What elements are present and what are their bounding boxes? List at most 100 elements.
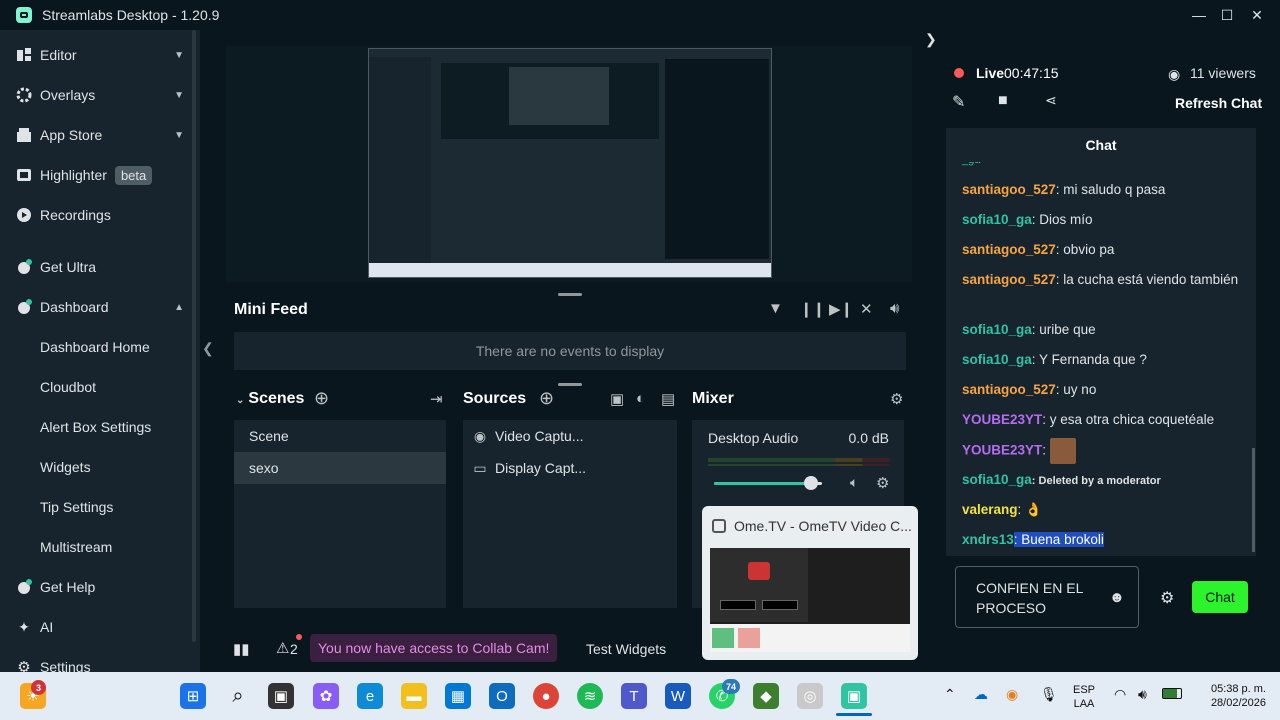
chat-input-value: CONFIEN EN EL PROCESO [976, 580, 1083, 616]
minimize-button[interactable]: — [1184, 0, 1214, 30]
scene-transition-icon[interactable]: ⇥ [430, 390, 443, 408]
copilot-icon[interactable]: ✿ [313, 683, 339, 709]
sidebar-item-app-store[interactable]: App Store ▼ [0, 115, 200, 155]
sidebar-item-settings[interactable]: ⚙ Settings [0, 647, 200, 672]
sidebar-item-dashboard-home[interactable]: Dashboard Home [0, 327, 200, 367]
sidebar-item-alert-box-settings[interactable]: Alert Box Settings [0, 407, 200, 447]
app-icon[interactable]: ◆ [753, 683, 779, 709]
minifeed-empty-message: There are no events to display [234, 332, 906, 370]
sources-panel: ◉ Video Captu... ▭ Display Capt... [463, 420, 677, 608]
sparkle-icon: ✦ [18, 618, 30, 635]
outlook-icon[interactable]: O [489, 683, 515, 709]
sidebar-item-get-ultra[interactable]: Get Ultra [0, 247, 200, 287]
collapse-sidebar-icon[interactable]: ❮ [202, 340, 214, 357]
send-chat-button[interactable]: Chat [1192, 581, 1248, 613]
alert-icon[interactable]: ⚠ [276, 639, 289, 657]
preview-resize-handle[interactable] [558, 293, 582, 296]
word-icon[interactable]: W [665, 683, 691, 709]
browser-app-icon[interactable]: ◎ [797, 683, 823, 709]
tray-app-icon[interactable]: ◉ [1006, 686, 1018, 703]
sidebar-item-ai[interactable]: ✦ AI [0, 607, 200, 647]
sidebar-item-get-help[interactable]: Get Help [0, 567, 200, 607]
scenes-title[interactable]: ⌄ Scenes [236, 390, 304, 408]
add-folder-icon[interactable]: ▤ [661, 390, 675, 408]
sidebar-item-editor[interactable]: Editor ▼ [0, 35, 200, 75]
chat-messages[interactable]: _ga santiagoo_527: mi saludo q pasa sofi… [946, 162, 1256, 556]
sidebar-item-label: Get Ultra [40, 259, 97, 275]
chat-scrollbar[interactable] [1252, 448, 1255, 552]
chat-message: santiagoo_527: la cucha está viendo tamb… [962, 272, 1239, 287]
chat-message: sofia10_ga: Deleted by a moderator [962, 472, 1161, 487]
tray-chevron-icon[interactable]: ⌃ [944, 686, 956, 703]
notification-badge: 3 [31, 680, 46, 695]
popup-thumbnail [710, 548, 910, 652]
windows-start-icon[interactable]: ⊞ [180, 683, 206, 709]
volume-slider[interactable] [714, 476, 822, 490]
volume-slider-knob[interactable] [804, 476, 819, 490]
filter-icon[interactable]: ▼ [768, 300, 783, 317]
source-settings-icon[interactable]: ◐ [636, 390, 645, 407]
add-scene-icon[interactable]: ⊕ [314, 388, 329, 409]
source-item[interactable]: ◉ Video Captu... [473, 420, 584, 452]
collab-cam-notice[interactable]: You now have access to Collab Cam! [310, 634, 558, 662]
sidebar-item-recordings[interactable]: Recordings [0, 195, 200, 235]
camera-icon[interactable]: ■ [998, 92, 1008, 110]
chat-settings-icon[interactable]: ⚙ [1160, 588, 1174, 608]
source-label: Display Capt... [495, 460, 587, 476]
edge-icon[interactable]: e [357, 683, 383, 709]
close-button[interactable]: ✕ [1242, 0, 1272, 30]
add-source-icon[interactable]: ⊕ [539, 388, 554, 409]
edit-icon[interactable]: ✎ [952, 92, 965, 112]
tray-cloud-icon[interactable]: ☁ [974, 686, 988, 703]
source-item[interactable]: ▭ Display Capt... [473, 452, 586, 484]
refresh-chat-button[interactable]: Refresh Chat [1175, 95, 1262, 111]
share-icon[interactable]: ⋖ [1045, 92, 1057, 109]
maximize-button[interactable]: ☐ [1212, 0, 1242, 30]
microphone-icon[interactable]: 🎙︎ [1040, 686, 1058, 703]
sidebar-scrollbar[interactable] [192, 30, 196, 642]
wifi-icon[interactable]: ◠ [1114, 686, 1126, 703]
scene-item-selected[interactable]: sexo [234, 452, 446, 484]
chat-message: YOUBE23YT: y esa otra chica coquetéale [962, 412, 1215, 427]
emoji-icon[interactable]: ☻ [1109, 589, 1125, 606]
battery-icon[interactable] [1162, 688, 1182, 699]
collapse-chat-icon[interactable]: ❯ [925, 31, 937, 48]
streamlabs-taskbar-icon[interactable]: ▣ [841, 683, 867, 709]
audio-settings-icon[interactable]: ⚙ [876, 474, 889, 492]
audio-meter-secondary [708, 464, 890, 466]
sidebar-item-dashboard[interactable]: Dashboard ▲ [0, 287, 200, 327]
microsoft-store-icon[interactable]: ▦ [445, 683, 471, 709]
spotify-icon[interactable]: ≋ [577, 683, 603, 709]
sidebar-item-cloudbot[interactable]: Cloudbot [0, 367, 200, 407]
volume-tray-icon[interactable]: 🔊︎ [1138, 686, 1147, 703]
language-indicator[interactable]: ESP LAA [1070, 683, 1098, 711]
speaker-icon[interactable]: 🔈︎ [850, 474, 858, 491]
minifeed-resize-handle[interactable] [558, 383, 582, 386]
emote-image-icon [1049, 438, 1076, 464]
task-view-icon[interactable]: ▣ [268, 683, 294, 709]
whatsapp-badge: 74 [722, 679, 740, 694]
sidebar-item-tip-settings[interactable]: Tip Settings [0, 487, 200, 527]
test-widgets-button[interactable]: Test Widgets [586, 641, 666, 657]
sidebar-item-multistream[interactable]: Multistream [0, 527, 200, 567]
sidebar-item-label: Get Help [40, 579, 96, 595]
scene-item[interactable]: Scene [234, 420, 446, 452]
search-icon[interactable]: ⌕ [225, 683, 251, 709]
volume-icon[interactable]: 🔊︎ [890, 300, 899, 317]
mixer-settings-icon[interactable]: ⚙ [890, 390, 903, 408]
source-group-icon[interactable]: ▣ [610, 390, 624, 408]
chrome-icon[interactable]: ● [533, 683, 559, 709]
taskbar-preview-popup[interactable]: Ome.TV - OmeTV Video C... [702, 506, 918, 660]
skip-icon[interactable]: ▶❙ [829, 300, 853, 318]
clock[interactable]: 05:38 p. m. 28/02/2026 [1194, 682, 1266, 710]
sidebar-item-widgets[interactable]: Widgets [0, 447, 200, 487]
sidebar-item-overlays[interactable]: Overlays ▼ [0, 75, 200, 115]
sidebar-item-highlighter[interactable]: Highlighter beta [0, 155, 200, 195]
highlighter-icon [16, 167, 32, 183]
file-explorer-icon[interactable]: ▬ [401, 683, 427, 709]
teams-icon[interactable]: T [621, 683, 647, 709]
performance-icon[interactable]: ▮▮ [233, 640, 250, 658]
mute-alerts-icon[interactable]: ✕ [860, 300, 873, 318]
pause-icon[interactable]: ❙❙ [800, 300, 825, 318]
sidebar-item-label: AI [40, 619, 54, 635]
